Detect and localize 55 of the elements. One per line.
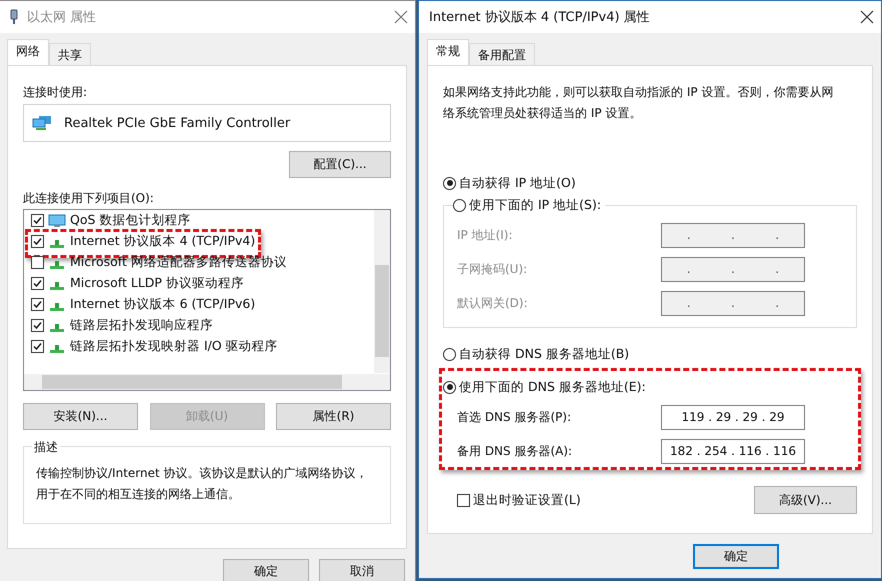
tab[interactable]: 共享 — [49, 43, 91, 65]
action-button[interactable]: 安装(N)... — [23, 403, 138, 430]
tab[interactable]: 备用配置 — [469, 43, 535, 65]
section-label: 连接时使用: — [23, 84, 88, 101]
radio-button[interactable] — [443, 348, 456, 360]
checkbox[interactable] — [31, 256, 44, 269]
adapter-name: Realtek PCIe GbE Family Controller — [64, 116, 290, 130]
radio-label: 使用下面的 DNS 服务器地址(E): — [459, 378, 646, 396]
checkbox[interactable] — [31, 319, 44, 332]
tab[interactable]: 网络 — [7, 39, 49, 65]
radio-label: 自动获得 DNS 服务器地址(B) — [459, 346, 630, 362]
checkbox[interactable] — [31, 214, 44, 227]
dialog-button[interactable]: 取消 — [319, 559, 405, 581]
checkbox[interactable] — [31, 298, 44, 311]
network-adapter-icon — [9, 9, 19, 25]
window-title: Internet 协议版本 4 (TCP/IPv4) 属性 — [429, 9, 651, 26]
advanced-button[interactable]: 高级(V)... — [754, 486, 857, 514]
list-item[interactable]: QoS 数据包计划程序 — [70, 212, 190, 229]
checkbox[interactable] — [31, 235, 44, 248]
checkbox[interactable] — [31, 277, 44, 290]
list-item[interactable]: Internet 协议版本 4 (TCP/IPv4) — [70, 233, 256, 250]
tab[interactable]: 常规 — [427, 39, 469, 65]
checkbox-label: 退出时验证设置(L) — [473, 492, 581, 508]
list-item[interactable]: Microsoft LLDP 协议驱动程序 — [70, 275, 244, 292]
intro-text: 如果网络支持此功能，则可以获取自动指派的 IP 设置。否则，你需要从网络系统管理员处获得适当的 IP 设置。 — [443, 84, 834, 122]
field-label: 首选 DNS 服务器(P): — [457, 408, 572, 426]
action-button[interactable]: 属性(R) — [276, 403, 391, 430]
list-item[interactable]: 链路层拓扑发现映射器 I/O 驱动程序 — [70, 338, 278, 355]
field-label: 默认网关(D): — [457, 294, 528, 312]
radio-button[interactable] — [443, 176, 456, 190]
field-label: 备用 DNS 服务器(A): — [457, 442, 572, 460]
vertical-scrollbar[interactable] — [374, 210, 390, 373]
radio-button[interactable] — [453, 198, 466, 212]
window-title: 以太网 属性 — [27, 9, 98, 26]
group-title: 描述 — [32, 439, 60, 456]
monitor-icon — [48, 214, 66, 228]
list-item[interactable]: Internet 协议版本 6 (TCP/IPv6) — [70, 296, 256, 313]
description-text: 传输控制协议/Internet 协议。该协议是默认的广域网络协议，用于在不同的相互连接的网络上通信。 — [36, 465, 369, 503]
list-item[interactable]: Microsoft 网络适配器多路传送器协议 — [70, 254, 287, 271]
list-item[interactable]: 链路层拓扑发现响应程序 — [70, 317, 213, 334]
configure-button[interactable]: 配置(C)... — [289, 151, 391, 178]
horizontal-scrollbar[interactable] — [24, 374, 390, 390]
radio-label: 使用下面的 IP 地址(S): — [469, 196, 602, 214]
field-label: IP 地址(I): — [457, 226, 513, 244]
radio-button[interactable] — [443, 380, 456, 394]
ok-button[interactable]: 确定 — [693, 544, 779, 569]
dns-address-field[interactable]: 182 . 254 . 116 . 116 — [661, 438, 805, 464]
network-computers-icon — [32, 115, 52, 131]
dns-address-field[interactable]: 119 . 29 . 29 . 29 — [661, 404, 805, 430]
checkbox[interactable] — [31, 340, 44, 353]
radio-label: 自动获得 IP 地址(O) — [459, 174, 576, 192]
section-label: 此连接使用下列项目(O): — [23, 190, 155, 207]
field-label: 子网掩码(U): — [457, 260, 528, 278]
checkbox[interactable] — [457, 494, 470, 506]
dialog-button[interactable]: 确定 — [223, 559, 309, 581]
